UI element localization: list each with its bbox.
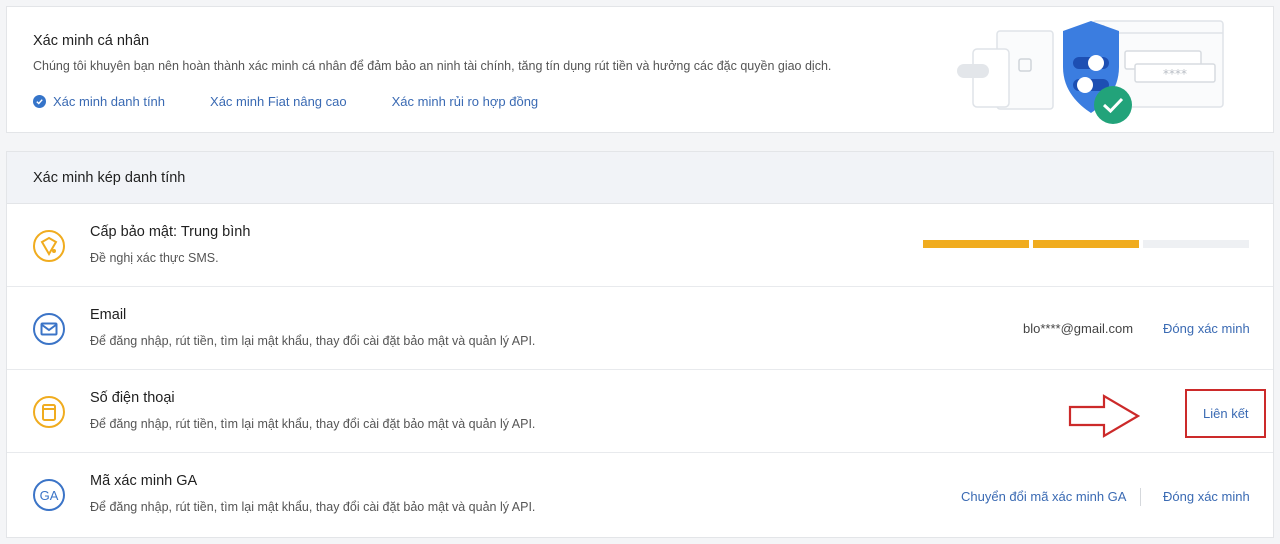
security-level-segment — [1033, 240, 1139, 248]
phone-title: Số điện thoại — [90, 390, 175, 406]
advanced-fiat-verification-link[interactable]: Xác minh Fiat nâng cao — [210, 94, 347, 109]
email-description: Để đăng nhập, rút tiền, tìm lại mật khẩu… — [90, 334, 536, 348]
email-title: Email — [90, 307, 127, 323]
identity-verification-label: Xác minh danh tính — [53, 94, 166, 109]
ga-title: Mã xác minh GA — [90, 473, 198, 489]
envelope-icon — [33, 313, 65, 345]
identity-verification-link[interactable]: Xác minh danh tính — [33, 94, 165, 109]
personal-verification-card: Xác minh cá nhân Chúng tôi khuyên bạn nê… — [6, 6, 1274, 133]
check-circle-icon — [33, 95, 46, 108]
shield-level-icon — [33, 230, 65, 262]
contract-risk-verification-link[interactable]: Xác minh rủi ro hợp đồng — [392, 94, 539, 109]
email-row: Email Để đăng nhập, rút tiền, tìm lại mậ… — [7, 287, 1273, 370]
security-level-segment — [923, 240, 1029, 248]
personal-verification-title: Xác minh cá nhân — [33, 33, 150, 49]
email-value: blo****@gmail.com — [1023, 321, 1134, 336]
ga-close-verification-button[interactable]: Đóng xác minh — [1163, 489, 1250, 504]
personal-verification-description: Chúng tôi khuyên bạn nên hoàn thành xác … — [33, 59, 832, 73]
security-level-description: Đề nghị xác thực SMS. — [90, 251, 219, 265]
illustration-stars: **** — [1163, 67, 1187, 81]
ga-switch-button[interactable]: Chuyển đổi mã xác minh GA — [961, 489, 1126, 504]
google-authenticator-icon: GA — [33, 479, 65, 511]
verification-links: Xác minh danh tính Xác minh Fiat nâng ca… — [33, 94, 583, 109]
highlight-box — [1185, 389, 1266, 438]
ga-icon-text: GA — [40, 488, 59, 503]
two-factor-card: Xác minh kép danh tính Cấp bảo mật: Trun… — [6, 151, 1274, 538]
phone-icon — [33, 396, 65, 428]
security-level-segment — [1143, 240, 1249, 248]
phone-description: Để đăng nhập, rút tiền, tìm lại mật khẩu… — [90, 417, 536, 431]
ga-row: GA Mã xác minh GA Để đăng nhập, rút tiền… — [7, 453, 1273, 536]
security-illustration: **** — [957, 20, 1224, 124]
right-arrow-annotation-icon — [1068, 394, 1140, 438]
ga-description: Để đăng nhập, rút tiền, tìm lại mật khẩu… — [90, 500, 536, 514]
security-level-title: Cấp bảo mật: Trung bình — [90, 224, 251, 240]
two-factor-header: Xác minh kép danh tính — [7, 152, 1273, 204]
ga-action-divider — [1140, 488, 1141, 506]
email-close-verification-button[interactable]: Đóng xác minh — [1163, 321, 1250, 336]
